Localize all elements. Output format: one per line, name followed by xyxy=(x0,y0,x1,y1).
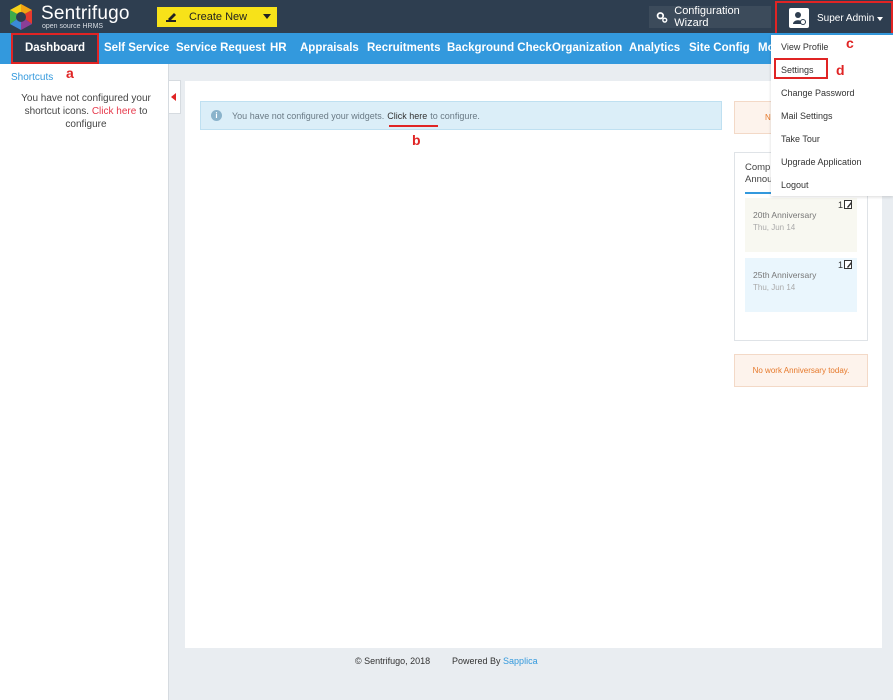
nav-item-organization[interactable]: Organization xyxy=(552,33,622,64)
user-menu-button[interactable]: Super Admin xyxy=(775,1,893,35)
comment-count-value: 1 xyxy=(837,260,843,270)
logo[interactable]: Sentrifugo open source HRMS xyxy=(6,2,136,32)
anniversary-date: Thu, Jun 14 xyxy=(753,283,796,292)
footer-copyright: © Sentrifugo, 2018 xyxy=(355,656,431,666)
footer-brand-link[interactable]: Sapplica xyxy=(503,656,538,666)
nav-item-analytics[interactable]: Analytics xyxy=(629,33,680,64)
settings-highlight xyxy=(774,58,828,79)
comment-count[interactable]: 1 xyxy=(838,260,853,270)
info-icon: i xyxy=(211,110,222,121)
create-new-button[interactable]: Create New xyxy=(157,7,277,27)
menu-item-take-tour[interactable]: Take Tour xyxy=(781,134,820,144)
shortcuts-configure-link[interactable]: Click here xyxy=(92,106,136,117)
menu-item-mail-settings[interactable]: Mail Settings xyxy=(781,111,833,121)
create-new-label: Create New xyxy=(189,11,248,23)
annotation-c: c xyxy=(846,35,854,51)
nav-item-self-service[interactable]: Self Service xyxy=(104,33,169,64)
comment-count-value: 1 xyxy=(837,200,843,210)
widgets-alert-tail: to configure. xyxy=(430,110,480,121)
comment-count[interactable]: 1 xyxy=(838,200,853,210)
list-item[interactable]: 1 25th Anniversary Thu, Jun 14 xyxy=(745,258,857,312)
anniversary-name: 25th Anniversary xyxy=(753,270,817,280)
top-header: Sentrifugo open source HRMS Create New C… xyxy=(0,0,893,35)
menu-item-upgrade-application[interactable]: Upgrade Application xyxy=(781,157,862,167)
pencil-icon xyxy=(166,13,176,22)
shortcuts-sidebar: Shortcuts You have not configured your s… xyxy=(0,64,169,700)
tab-underline xyxy=(745,192,771,194)
chevron-down-icon xyxy=(263,14,271,19)
anniversary-name: 20th Anniversary xyxy=(753,210,817,220)
anniversary-tab[interactable]: Comp Annou xyxy=(745,162,772,186)
annotation-b: b xyxy=(412,132,421,148)
main-nav: Dashboard Self Service Service Request H… xyxy=(0,33,893,64)
annotation-a: a xyxy=(66,65,74,81)
avatar xyxy=(789,8,809,28)
footer-powered: Powered By Sapplica xyxy=(452,656,538,666)
edit-icon xyxy=(844,200,852,209)
nav-item-service-request[interactable]: Service Request xyxy=(176,33,266,64)
configuration-wizard-button[interactable]: Configuration Wizard xyxy=(649,5,771,29)
shortcuts-title: Shortcuts xyxy=(11,72,54,83)
anniversary-tab-line1: Comp xyxy=(745,162,771,173)
footer-powered-label: Powered By xyxy=(452,656,501,666)
widgets-alert-text: You have not configured your widgets. xyxy=(232,110,385,121)
gear-icon xyxy=(656,11,668,23)
shortcuts-message: You have not configured your shortcut ic… xyxy=(8,92,164,131)
sentrifugo-logo-icon xyxy=(10,4,32,30)
sidebar-collapse-toggle[interactable] xyxy=(169,80,181,114)
work-anniversary-widget: No work Anniversary today. xyxy=(734,354,868,387)
configuration-wizard-label: Configuration Wizard xyxy=(674,5,740,29)
nav-item-recruitments[interactable]: Recruitments xyxy=(367,33,441,64)
annotation-underline xyxy=(389,125,438,127)
menu-item-logout[interactable]: Logout xyxy=(781,180,809,190)
edit-icon xyxy=(844,260,852,269)
logo-name: Sentrifugo xyxy=(41,3,130,24)
notice-widget-text: N xyxy=(765,113,771,122)
nav-item-dashboard[interactable]: Dashboard xyxy=(11,33,100,64)
user-name-label: Super Admin xyxy=(817,12,875,24)
list-item[interactable]: 1 20th Anniversary Thu, Jun 14 xyxy=(745,198,857,252)
nav-item-site-config[interactable]: Site Config xyxy=(689,33,750,64)
menu-item-change-password[interactable]: Change Password xyxy=(781,88,855,98)
annotation-d: d xyxy=(836,62,845,78)
nav-item-hr[interactable]: HR xyxy=(270,33,287,64)
anniversary-date: Thu, Jun 14 xyxy=(753,223,796,232)
widgets-alert: i You have not configured your widgets. … xyxy=(200,101,722,130)
menu-item-view-profile[interactable]: View Profile xyxy=(781,42,828,52)
user-icon xyxy=(793,12,806,25)
widgets-configure-link[interactable]: Click here xyxy=(387,111,427,121)
nav-item-background-check[interactable]: Background Check xyxy=(447,33,552,64)
anniversary-tab-line2: Annou xyxy=(745,174,773,185)
chevron-down-icon xyxy=(877,17,883,21)
logo-tagline: open source HRMS xyxy=(42,23,104,30)
chevron-left-icon xyxy=(171,93,176,101)
nav-item-appraisals[interactable]: Appraisals xyxy=(300,33,359,64)
